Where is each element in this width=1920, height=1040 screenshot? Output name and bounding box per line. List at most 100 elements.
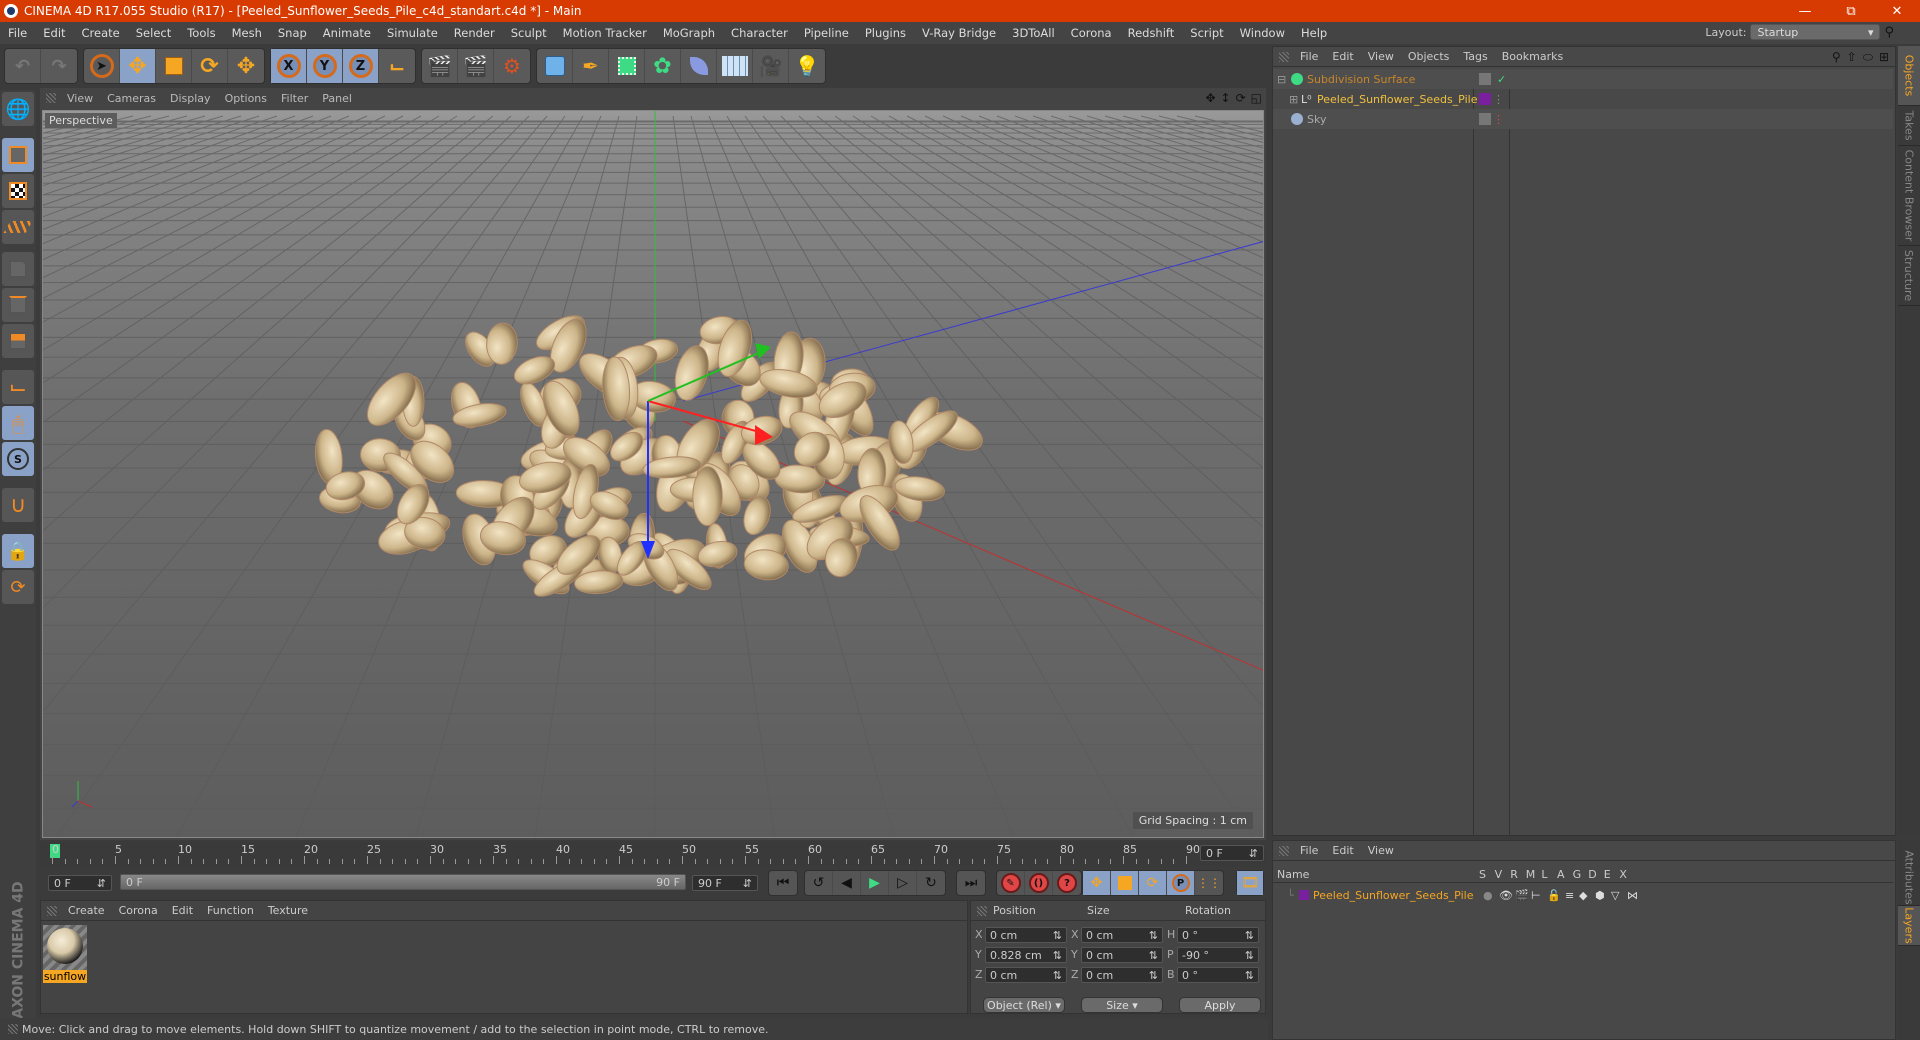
next-frame-icon[interactable]: ▷	[889, 871, 917, 895]
menu-character[interactable]: Character	[723, 26, 796, 40]
end-frame-field[interactable]: 90 F ⇵	[692, 875, 758, 891]
floor-icon[interactable]	[717, 49, 753, 83]
object-menu-bookmarks[interactable]: Bookmarks	[1495, 50, 1570, 63]
stepper-icon[interactable]: ⇅	[1245, 969, 1254, 982]
workplane-align-icon[interactable]: ⟳	[2, 570, 34, 604]
stepper-icon[interactable]: ⇅	[1053, 969, 1062, 982]
layer-column-r[interactable]: R	[1510, 868, 1518, 881]
scale-icon[interactable]	[156, 49, 192, 83]
material-menu-create[interactable]: Create	[61, 904, 112, 917]
workplane-lock-icon[interactable]: 🔒	[2, 534, 34, 568]
move-alt-icon[interactable]: ✥	[228, 49, 264, 83]
collapse-icon[interactable]: ⊟	[1277, 73, 1286, 86]
material-menu-edit[interactable]: Edit	[165, 904, 200, 917]
stepper-icon[interactable]: ⇅	[1149, 929, 1158, 942]
material-menu-texture[interactable]: Texture	[261, 904, 315, 917]
object-menu-edit[interactable]: Edit	[1325, 50, 1360, 63]
rot-field[interactable]: 0 ° ⇅	[1177, 927, 1259, 943]
maximize-icon[interactable]: ◱	[1251, 91, 1262, 105]
rot-field[interactable]: -90 ° ⇅	[1177, 947, 1259, 963]
generator-icon[interactable]: ◆	[1579, 889, 1587, 902]
keyframe-selection-icon[interactable]: ?	[1053, 871, 1081, 895]
apply-button[interactable]: Apply	[1179, 997, 1261, 1013]
close-button[interactable]: ✕	[1874, 0, 1920, 22]
layer-menu-view[interactable]: View	[1361, 844, 1401, 857]
dolly-icon[interactable]: ↕	[1221, 91, 1231, 105]
stepper-icon[interactable]: ⇅	[1053, 949, 1062, 962]
expand-icon[interactable]: ⊞	[1289, 93, 1298, 106]
layer-column-s[interactable]: S	[1479, 868, 1486, 881]
menu-animate[interactable]: Animate	[315, 26, 379, 40]
layer-tag-icon[interactable]	[1479, 73, 1491, 85]
layer-column-l[interactable]: L	[1541, 868, 1547, 881]
object-menu-view[interactable]: View	[1361, 50, 1401, 63]
enabled-check-icon[interactable]: ✓	[1497, 73, 1506, 86]
snap-icon[interactable]: ∪	[2, 488, 34, 522]
render-picture-viewer-icon[interactable]: 🎬	[458, 49, 494, 83]
live-selection-icon[interactable]: ➤	[84, 49, 120, 83]
menu-mograph[interactable]: MoGraph	[655, 26, 723, 40]
subdivision-icon[interactable]	[609, 49, 645, 83]
points-mode-icon[interactable]	[2, 252, 34, 286]
lock-icon[interactable]: 🔓	[1547, 889, 1561, 902]
panel-grip-icon[interactable]	[1279, 845, 1289, 856]
axis-mode-icon[interactable]: ⌙	[2, 370, 34, 404]
side-tab-structure[interactable]: Structure	[1898, 246, 1920, 306]
layer-color-swatch[interactable]	[1299, 890, 1309, 900]
deformer-icon[interactable]: ⬢	[1595, 889, 1605, 902]
camera-icon[interactable]: 🎥	[753, 49, 789, 83]
material-menu-corona[interactable]: Corona	[112, 904, 165, 917]
start-frame-field[interactable]: 0 F ⇵	[48, 875, 112, 891]
key-rotation-icon[interactable]: ⟳	[1139, 871, 1167, 895]
panel-grip-icon[interactable]	[977, 905, 987, 916]
autokey-icon[interactable]: ()	[1025, 871, 1053, 895]
view-eye-icon[interactable]: 👁	[1499, 889, 1513, 902]
record-active-icon[interactable]: ✎	[997, 871, 1025, 895]
layer-column-e[interactable]: E	[1604, 868, 1611, 881]
object-menu-tags[interactable]: Tags	[1456, 50, 1494, 63]
viewport-menu-panel[interactable]: Panel	[315, 92, 359, 105]
material-swatch[interactable]: sunflow	[43, 925, 87, 983]
go-to-start-icon[interactable]: ⏮	[769, 871, 797, 895]
coordinate-mode-dropdown[interactable]: Object (Rel) ▾	[983, 997, 1065, 1013]
key-position-icon[interactable]: ✥	[1083, 871, 1111, 895]
xref-icon[interactable]: ⋈	[1627, 889, 1638, 902]
side-tab-content-browser[interactable]: Content Browser	[1898, 146, 1920, 246]
menu-v-ray-bridge[interactable]: V-Ray Bridge	[914, 26, 1004, 40]
side-tab-objects[interactable]: Objects	[1898, 46, 1920, 106]
pos-field[interactable]: 0 cm ⇅	[985, 927, 1067, 943]
layer-tag-icon[interactable]	[1479, 113, 1491, 125]
side-tab-layers[interactable]: Layers	[1898, 906, 1920, 946]
object-menu-objects[interactable]: Objects	[1401, 50, 1457, 63]
menu-mesh[interactable]: Mesh	[224, 26, 270, 40]
menu-snap[interactable]: Snap	[270, 26, 315, 40]
viewport-menu-display[interactable]: Display	[163, 92, 218, 105]
menu-file[interactable]: File	[0, 26, 35, 40]
panel-grip-icon[interactable]	[46, 93, 56, 103]
play-backwards-icon[interactable]: ◀	[833, 871, 861, 895]
viewport-menu-options[interactable]: Options	[218, 92, 274, 105]
x-axis-icon[interactable]: X	[271, 49, 307, 83]
layer-color-tag[interactable]	[1479, 93, 1491, 105]
menu-create[interactable]: Create	[74, 26, 128, 40]
layer-column-v[interactable]: V	[1495, 868, 1503, 881]
layer-column-g[interactable]: G	[1573, 868, 1582, 881]
visibility-icon[interactable]: ⬭	[1863, 50, 1873, 65]
pos-field[interactable]: 0 cm ⇅	[985, 967, 1067, 983]
object-menu-file[interactable]: File	[1293, 50, 1325, 63]
render-view-icon[interactable]: 🎬	[422, 49, 458, 83]
z-axis-icon[interactable]: Z	[343, 49, 379, 83]
menu-pipeline[interactable]: Pipeline	[796, 26, 857, 40]
object-row[interactable]: ⊞ L⁰ Peeled_Sunflower_Seeds_Pile ⋮	[1273, 89, 1893, 109]
light-icon[interactable]: 💡	[789, 49, 825, 83]
layer-row[interactable]: └ Peeled_Sunflower_Seeds_Pile ● 👁 🎬 ⊢ 🔓 …	[1273, 885, 1893, 905]
menu-render[interactable]: Render	[446, 26, 503, 40]
search-icon[interactable]: ⚲	[1884, 25, 1894, 40]
menu-3dtoall[interactable]: 3DToAll	[1004, 26, 1063, 40]
search-icon[interactable]: ⚲	[1832, 50, 1841, 65]
menu-motion-tracker[interactable]: Motion Tracker	[555, 26, 655, 40]
render-clapper-icon[interactable]: 🎬	[1515, 889, 1529, 902]
rotate-icon[interactable]: ⟳	[192, 49, 228, 83]
menu-plugins[interactable]: Plugins	[857, 26, 914, 40]
size-field[interactable]: 0 cm ⇅	[1081, 947, 1163, 963]
